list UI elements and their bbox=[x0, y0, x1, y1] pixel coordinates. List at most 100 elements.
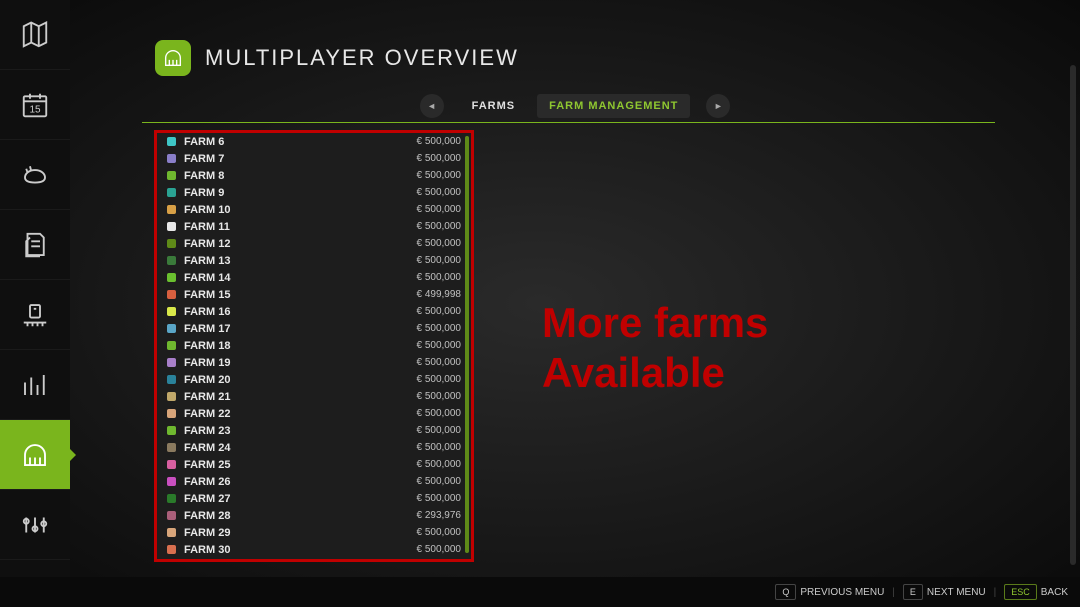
key-q: Q bbox=[775, 584, 796, 600]
farm-value: € 500,000 bbox=[417, 272, 462, 283]
farm-name: FARM 8 bbox=[184, 170, 224, 182]
farm-row[interactable]: FARM 24€ 500,000 bbox=[157, 439, 471, 456]
farm-row[interactable]: FARM 6 € 500,000 bbox=[157, 133, 471, 150]
farm-list-panel: FARM 6 € 500,000 FARM 7 € 500,000 FARM 8 € 50… bbox=[154, 130, 474, 562]
sidebar-item-multiplayer[interactable] bbox=[0, 420, 70, 490]
sidebar-item-contracts[interactable] bbox=[0, 210, 70, 280]
sidebar-item-animals[interactable] bbox=[0, 140, 70, 210]
farm-value: € 500,000 bbox=[417, 459, 462, 470]
farm-color-swatch bbox=[167, 222, 176, 231]
farm-row[interactable]: FARM 17 € 500,000 bbox=[157, 320, 471, 337]
settings-icon bbox=[20, 510, 50, 540]
farm-value: € 500,000 bbox=[417, 476, 462, 487]
farm-row[interactable]: FARM 28€ 293,976 bbox=[157, 507, 471, 524]
farm-name: FARM 23 bbox=[184, 425, 230, 437]
farm-color-swatch bbox=[167, 528, 176, 537]
content-area: FARM 6 € 500,000 FARM 7 € 500,000 FARM 8 € 50… bbox=[142, 128, 1060, 567]
farm-row[interactable]: FARM 14€ 500,000 bbox=[157, 269, 471, 286]
farm-color-swatch bbox=[167, 188, 176, 197]
farm-row[interactable]: FARM 25 € 500,000 bbox=[157, 456, 471, 473]
sidebar-item-calendar[interactable]: 15 bbox=[0, 70, 70, 140]
farm-value: € 500,000 bbox=[417, 442, 462, 453]
farm-row[interactable]: FARM 12€ 500,000 bbox=[157, 235, 471, 252]
farm-name: FARM 27 bbox=[184, 493, 230, 505]
tab-prev-arrow[interactable]: ◄ bbox=[420, 94, 444, 118]
farm-row[interactable]: FARM 23€ 500,000 bbox=[157, 422, 471, 439]
map-icon bbox=[20, 20, 50, 50]
animals-icon bbox=[20, 160, 50, 190]
svg-text:15: 15 bbox=[29, 104, 41, 115]
farm-row[interactable]: FARM 26 € 500,000 bbox=[157, 473, 471, 490]
farm-value: € 500,000 bbox=[417, 323, 462, 334]
farm-name: FARM 30 bbox=[184, 544, 230, 556]
farm-value: € 500,000 bbox=[417, 408, 462, 419]
farm-value: € 500,000 bbox=[417, 357, 462, 368]
farm-color-swatch bbox=[167, 545, 176, 554]
tab-farm-management[interactable]: FARM MANAGEMENT bbox=[537, 94, 690, 118]
farm-row[interactable]: FARM 22€ 500,000 bbox=[157, 405, 471, 422]
farm-color-swatch bbox=[167, 409, 176, 418]
farm-name: FARM 26 bbox=[184, 476, 230, 488]
farm-row[interactable]: FARM 27€ 500,000 bbox=[157, 490, 471, 507]
farm-color-swatch bbox=[167, 358, 176, 367]
farm-row[interactable]: FARM 18€ 500,000 bbox=[157, 337, 471, 354]
farm-row[interactable]: FARM 19 € 500,000 bbox=[157, 354, 471, 371]
farm-row[interactable]: FARM 11 € 500,000 bbox=[157, 218, 471, 235]
sidebar-item-map[interactable] bbox=[0, 0, 70, 70]
farm-row[interactable]: FARM 21€ 500,000 bbox=[157, 388, 471, 405]
stats-icon bbox=[20, 370, 50, 400]
label-next-menu[interactable]: NEXT MENU bbox=[927, 587, 986, 598]
farm-color-swatch bbox=[167, 443, 176, 452]
farm-row[interactable]: FARM 20 € 500,000 bbox=[157, 371, 471, 388]
scrollbar-thumb[interactable] bbox=[465, 136, 469, 553]
tab-row: ◄ FARMS FARM MANAGEMENT ► bbox=[70, 94, 1080, 118]
tab-farms[interactable]: FARMS bbox=[460, 94, 528, 118]
tab-next-arrow[interactable]: ► bbox=[706, 94, 730, 118]
farm-value: € 500,000 bbox=[417, 391, 462, 402]
farm-name: FARM 12 bbox=[184, 238, 230, 250]
farm-row[interactable]: FARM 7 € 500,000 bbox=[157, 150, 471, 167]
farm-color-swatch bbox=[167, 154, 176, 163]
header-icon bbox=[155, 40, 191, 76]
farm-row[interactable]: FARM 8 € 500,000 bbox=[157, 167, 471, 184]
farm-name: FARM 20 bbox=[184, 374, 230, 386]
page-scrollbar[interactable] bbox=[1070, 65, 1076, 565]
page-header: MULTIPLAYER OVERVIEW bbox=[70, 0, 1080, 76]
farm-color-swatch bbox=[167, 426, 176, 435]
farm-name: FARM 11 bbox=[184, 221, 230, 233]
sidebar-item-stats[interactable] bbox=[0, 350, 70, 420]
page-title: MULTIPLAYER OVERVIEW bbox=[205, 45, 519, 71]
farm-row[interactable]: FARM 10€ 500,000 bbox=[157, 201, 471, 218]
farm-color-swatch bbox=[167, 511, 176, 520]
farm-row[interactable]: FARM 29€ 500,000 bbox=[157, 524, 471, 541]
farm-row[interactable]: FARM 15€ 499,998 bbox=[157, 286, 471, 303]
sidebar-item-production[interactable] bbox=[0, 280, 70, 350]
farm-color-swatch bbox=[167, 375, 176, 384]
label-back[interactable]: BACK bbox=[1041, 587, 1068, 598]
farm-color-swatch bbox=[167, 324, 176, 333]
sidebar: 15 bbox=[0, 0, 70, 577]
farm-row[interactable]: FARM 30€ 500,000 bbox=[157, 541, 471, 558]
farm-value: € 500,000 bbox=[417, 221, 462, 232]
farm-value: € 500,000 bbox=[417, 153, 462, 164]
farm-value: € 500,000 bbox=[417, 136, 462, 147]
farm-name: FARM 19 bbox=[184, 357, 230, 369]
farm-name: FARM 28 bbox=[184, 510, 230, 522]
farm-color-swatch bbox=[167, 460, 176, 469]
farm-row[interactable]: FARM 13€ 500,000 bbox=[157, 252, 471, 269]
farm-row[interactable]: FARM 16€ 500,000 bbox=[157, 303, 471, 320]
sidebar-item-settings[interactable] bbox=[0, 490, 70, 560]
farm-row[interactable]: FARM 9€ 500,000 bbox=[157, 184, 471, 201]
tab-divider bbox=[142, 122, 995, 123]
farm-name: FARM 10 bbox=[184, 204, 230, 216]
farm-value: € 500,000 bbox=[417, 374, 462, 385]
farm-color-swatch bbox=[167, 137, 176, 146]
farm-name: FARM 6 bbox=[184, 136, 224, 148]
farm-name: FARM 7 bbox=[184, 153, 224, 165]
farm-name: FARM 17 bbox=[184, 323, 230, 335]
label-previous-menu[interactable]: PREVIOUS MENU bbox=[800, 587, 884, 598]
farm-value: € 500,000 bbox=[417, 170, 462, 181]
farm-name: FARM 25 bbox=[184, 459, 230, 471]
farm-color-swatch bbox=[167, 290, 176, 299]
annotation-overlay: More farms Available bbox=[542, 298, 768, 399]
